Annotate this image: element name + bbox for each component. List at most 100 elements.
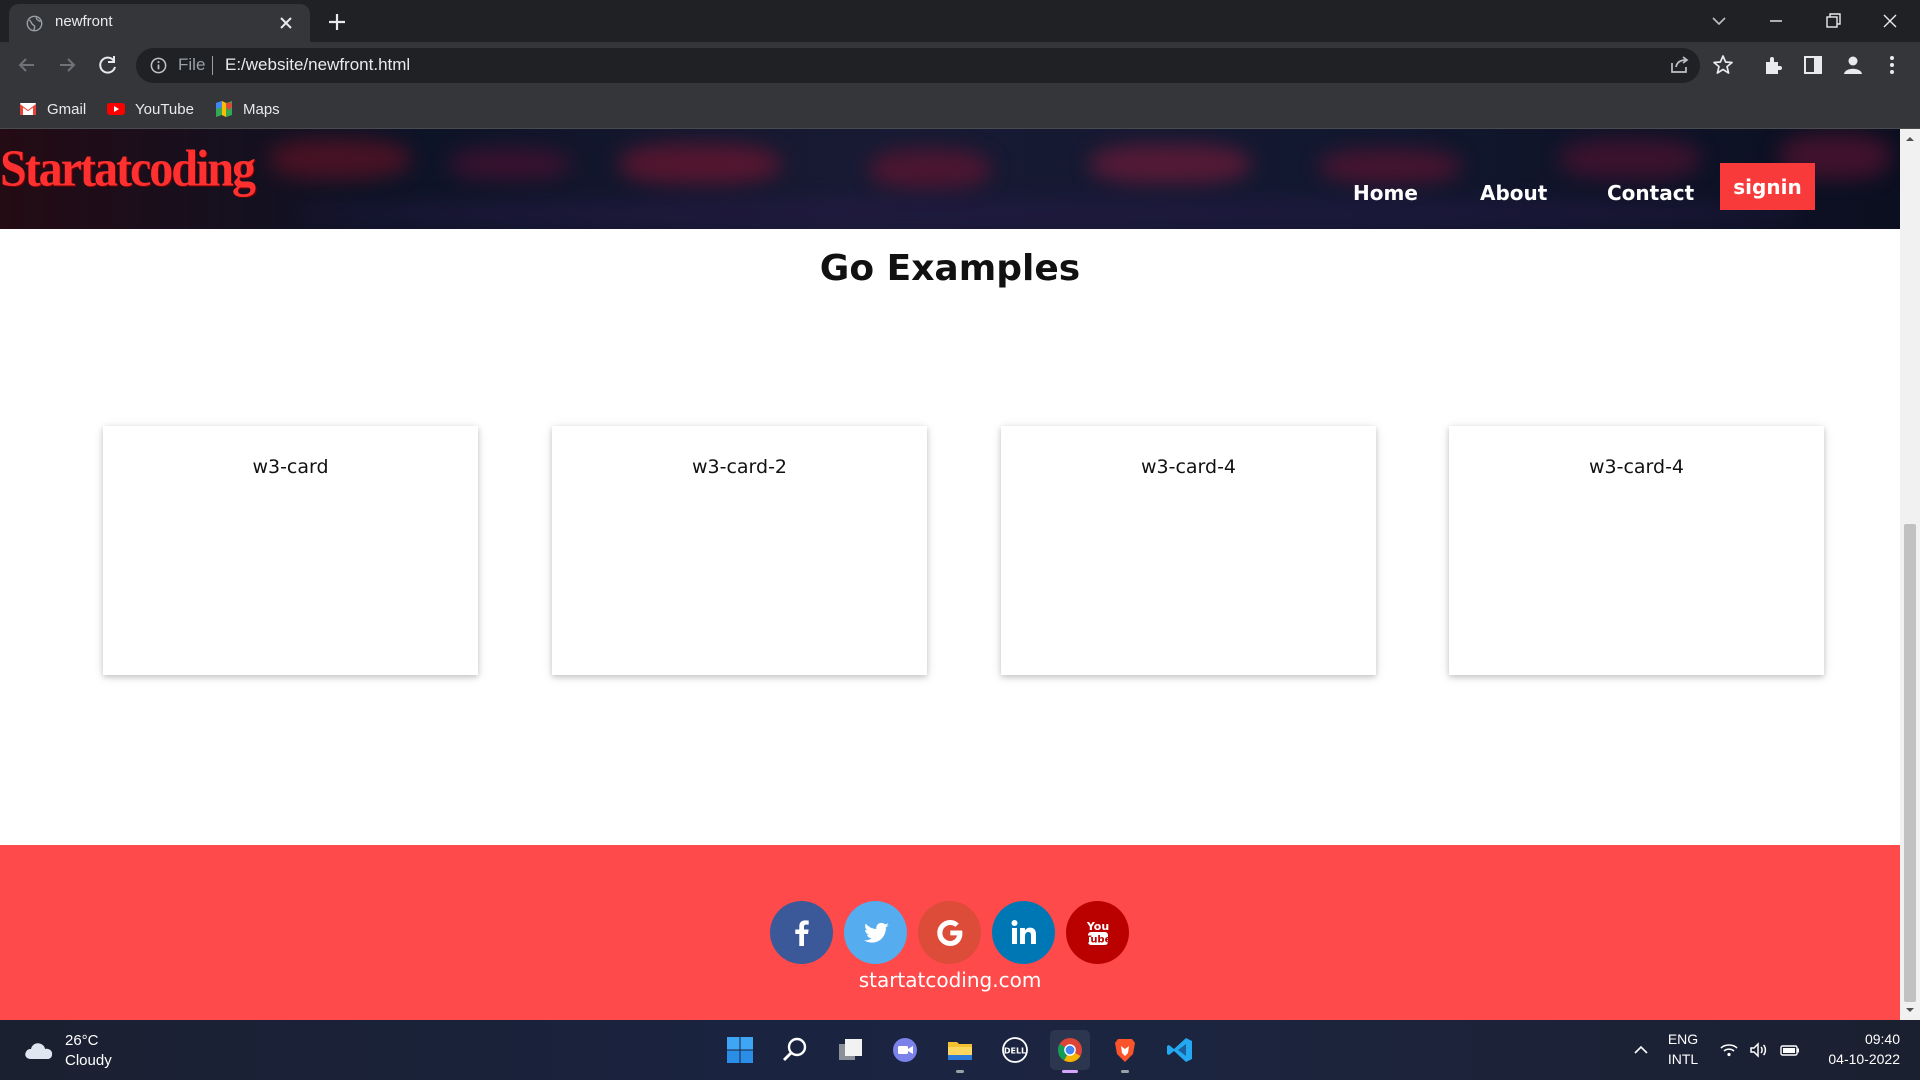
reload-icon[interactable] <box>95 52 121 78</box>
bookmark-youtube[interactable]: YouTube <box>106 97 194 121</box>
nav-about[interactable]: About <box>1480 181 1547 205</box>
svg-text:Tube: Tube <box>1084 934 1111 945</box>
facebook-button[interactable] <box>770 901 833 964</box>
clock-date[interactable]: 04-10-2022 <box>1804 1051 1900 1067</box>
running-indicator <box>1121 1070 1129 1073</box>
youtube-icon: You Tube <box>1084 920 1111 946</box>
teams-chat-button[interactable] <box>885 1030 925 1070</box>
extensions-icon[interactable] <box>1761 53 1785 77</box>
site-header: Startatcoding Home About Contact signin <box>0 129 1900 229</box>
battery-icon[interactable] <box>1780 1040 1800 1060</box>
brave-lion-icon <box>1115 1039 1135 1062</box>
active-indicator <box>1062 1070 1078 1073</box>
header-background-decoration <box>300 199 1800 229</box>
forward-arrow-icon[interactable] <box>54 52 80 78</box>
google-button[interactable] <box>918 901 981 964</box>
card-title: w3-card-2 <box>691 456 788 478</box>
task-view-icon <box>839 1039 862 1060</box>
url-text[interactable]: E:/website/newfront.html <box>225 55 410 75</box>
bookmark-star-icon[interactable] <box>1711 53 1735 77</box>
bookmark-maps[interactable]: Maps <box>214 97 280 121</box>
menu-kebab-icon[interactable] <box>1880 53 1904 77</box>
svg-text:You: You <box>1085 920 1108 933</box>
linkedin-icon <box>1011 919 1036 944</box>
bookmark-label: Maps <box>243 100 280 118</box>
card: w3-card-4 <box>1449 426 1824 675</box>
search-button[interactable] <box>775 1030 815 1070</box>
back-arrow-icon[interactable] <box>14 52 40 78</box>
info-icon[interactable] <box>149 56 168 75</box>
page-scrollbar[interactable] <box>1900 129 1920 1020</box>
card: w3-card <box>103 426 478 675</box>
header-background-decoration <box>1560 139 1700 179</box>
clock-time[interactable]: 09:40 <box>1814 1031 1900 1047</box>
profile-icon[interactable] <box>1841 53 1865 77</box>
side-panel-icon[interactable] <box>1801 53 1825 77</box>
language-indicator[interactable]: ENG <box>1665 1031 1701 1047</box>
header-background-decoration <box>620 144 780 184</box>
browser-tab[interactable]: newfront <box>9 4 310 42</box>
dell-logo-icon: DELL <box>1002 1037 1028 1063</box>
share-icon[interactable] <box>1668 53 1692 77</box>
volume-icon[interactable] <box>1748 1040 1768 1060</box>
cloud-icon[interactable] <box>22 1035 58 1065</box>
omnibox-separator <box>212 56 213 75</box>
section-title: Go Examples <box>819 248 1081 289</box>
signin-button[interactable]: signin <box>1720 163 1815 210</box>
header-background-decoration <box>270 139 410 179</box>
youtube-button[interactable]: You Tube <box>1066 901 1129 964</box>
chat-camera-icon <box>893 1038 917 1062</box>
start-button[interactable] <box>720 1030 760 1070</box>
header-background-decoration <box>1090 144 1250 184</box>
dell-app-button[interactable]: DELL <box>995 1030 1035 1070</box>
header-background-decoration <box>1320 149 1460 184</box>
twitter-icon <box>863 922 889 943</box>
chrome-icon <box>1058 1038 1082 1063</box>
close-tab-icon[interactable] <box>276 13 296 33</box>
folder-icon <box>948 1042 972 1060</box>
keyboard-layout-indicator[interactable]: INTL <box>1665 1051 1701 1067</box>
footer-site-link[interactable]: startatcoding.com <box>0 968 1900 992</box>
bookmark-gmail[interactable]: Gmail <box>18 97 86 121</box>
vscode-button[interactable] <box>1160 1030 1200 1070</box>
scroll-up-arrow-icon[interactable] <box>1905 134 1915 144</box>
address-bar[interactable]: File E:/website/newfront.html <box>136 48 1700 83</box>
header-background-decoration <box>870 149 990 189</box>
nav-contact[interactable]: Contact <box>1607 181 1694 205</box>
scroll-down-arrow-icon[interactable] <box>1905 1005 1915 1015</box>
weather-description: Cloudy <box>65 1052 112 1069</box>
task-view-button[interactable] <box>830 1030 870 1070</box>
youtube-icon <box>107 103 125 115</box>
card: w3-card-4 <box>1001 426 1376 675</box>
chrome-button[interactable] <box>1050 1030 1090 1073</box>
brave-button[interactable] <box>1105 1030 1145 1073</box>
header-background-decoration <box>450 149 570 179</box>
windows-taskbar: 26°C Cloudy DELL ENG INTL 09:40 04-10-20… <box>0 1020 1920 1080</box>
page-viewport: Startatcoding Home About Contact signin … <box>0 129 1900 1020</box>
search-icon <box>783 1037 807 1061</box>
google-icon <box>936 919 962 946</box>
restore-icon[interactable] <box>1818 6 1848 36</box>
linkedin-button[interactable] <box>992 901 1055 964</box>
nav-home[interactable]: Home <box>1353 181 1418 205</box>
card-title: w3-card-4 <box>1140 456 1237 478</box>
card-title: w3-card-4 <box>1588 456 1685 478</box>
weather-temperature: 26°C <box>65 1032 99 1049</box>
maps-icon <box>216 101 232 117</box>
wifi-icon[interactable] <box>1719 1040 1739 1060</box>
file-explorer-button[interactable] <box>940 1030 980 1073</box>
facebook-icon <box>794 919 809 946</box>
site-logo[interactable]: Startatcoding <box>0 139 256 198</box>
scrollbar-thumb[interactable] <box>1904 524 1916 1002</box>
minimize-icon[interactable] <box>1761 6 1791 36</box>
tab-search-icon[interactable] <box>1704 6 1734 36</box>
close-window-icon[interactable] <box>1875 6 1905 36</box>
bookmarks-bar: Gmail YouTube Maps <box>0 89 1920 129</box>
tab-title: newfront <box>55 13 113 30</box>
chevron-up-icon[interactable] <box>1631 1040 1651 1060</box>
url-scheme-label: File <box>178 55 206 74</box>
browser-toolbar: File E:/website/newfront.html <box>0 42 1920 89</box>
twitter-button[interactable] <box>844 901 907 964</box>
card: w3-card-2 <box>552 426 927 675</box>
new-tab-icon[interactable] <box>325 10 349 34</box>
